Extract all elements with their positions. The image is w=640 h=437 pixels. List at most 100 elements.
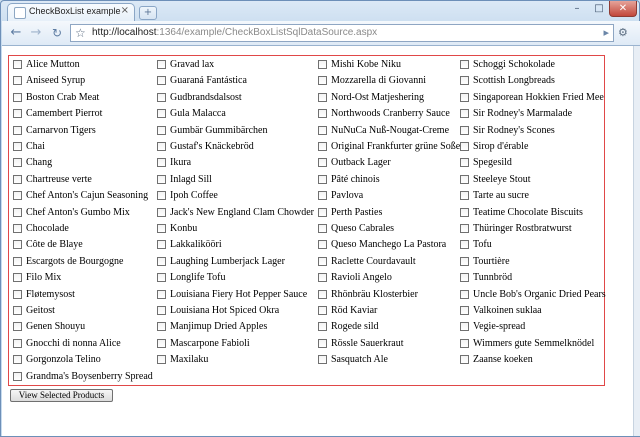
checkbox-label[interactable]: Raclette Courdavault — [331, 255, 416, 269]
checkbox-label[interactable]: Boston Crab Meat — [26, 91, 99, 105]
checkbox[interactable] — [460, 191, 469, 201]
checkbox[interactable] — [13, 174, 22, 184]
checkbox[interactable] — [460, 207, 469, 217]
checkbox-label[interactable]: Rhönbräu Klosterbier — [331, 288, 418, 302]
checkbox-label[interactable]: Chang — [26, 156, 52, 170]
checkbox[interactable] — [318, 338, 327, 348]
checkbox-label[interactable]: Lakkalikööri — [170, 238, 222, 252]
checkbox[interactable] — [13, 60, 22, 69]
checkbox[interactable] — [13, 306, 22, 315]
checkbox-label[interactable]: Tourtière — [473, 255, 510, 269]
checkbox-label[interactable]: Gula Malacca — [170, 107, 226, 121]
checkbox-label[interactable]: Mozzarella di Giovanni — [331, 74, 426, 88]
maximize-button[interactable]: □ — [589, 1, 609, 17]
checkbox-label[interactable]: NuNuCa Nuß-Nougat-Creme — [331, 124, 449, 138]
checkbox[interactable] — [460, 92, 469, 102]
checkbox-label[interactable]: Filo Mix — [26, 271, 61, 285]
checkbox-label[interactable]: Tarte au sucre — [473, 189, 529, 203]
checkbox[interactable] — [318, 142, 327, 151]
checkbox[interactable] — [157, 240, 166, 250]
checkbox-label[interactable]: Gorgonzola Telino — [26, 353, 101, 367]
view-selected-products-button[interactable]: View Selected Products — [10, 389, 113, 402]
checkbox[interactable] — [13, 207, 22, 217]
checkbox-label[interactable]: Queso Cabrales — [331, 222, 394, 236]
checkbox-label[interactable]: Original Frankfurter grüne Soße — [331, 140, 460, 154]
checkbox[interactable] — [157, 76, 166, 86]
close-window-button[interactable]: ✕ — [609, 1, 637, 17]
checkbox[interactable] — [157, 289, 166, 299]
close-tab-icon[interactable]: × — [121, 5, 129, 16]
address-bar[interactable]: ☆ http://localhost:1364/example/CheckBox… — [70, 24, 614, 42]
checkbox[interactable] — [13, 142, 22, 151]
checkbox-label[interactable]: Genen Shouyu — [26, 320, 85, 334]
checkbox-label[interactable]: Konbu — [170, 222, 197, 236]
checkbox-label[interactable]: Spegesild — [473, 156, 512, 170]
checkbox[interactable] — [157, 174, 166, 184]
checkbox[interactable] — [460, 240, 469, 250]
checkbox-label[interactable]: Maxilaku — [170, 353, 208, 367]
checkbox[interactable] — [318, 109, 327, 119]
checkbox[interactable] — [318, 273, 327, 283]
checkbox[interactable] — [13, 371, 22, 381]
checkbox-label[interactable]: Uncle Bob's Organic Dried Pears — [473, 288, 606, 302]
checkbox[interactable] — [157, 142, 166, 151]
checkbox[interactable] — [157, 322, 166, 332]
checkbox-label[interactable]: Rogede sild — [331, 320, 379, 334]
checkbox[interactable] — [460, 355, 469, 365]
checkbox-label[interactable]: Carnarvon Tigers — [26, 124, 96, 138]
checkbox-label[interactable]: Louisiana Hot Spiced Okra — [170, 304, 279, 318]
checkbox-label[interactable]: Pavlova — [331, 189, 363, 203]
checkbox-label[interactable]: Nord-Ost Matjeshering — [331, 91, 424, 105]
checkbox-label[interactable]: Outback Lager — [331, 156, 391, 170]
checkbox[interactable] — [13, 256, 22, 266]
checkbox[interactable] — [157, 92, 166, 102]
checkbox-label[interactable]: Jack's New England Clam Chowder — [170, 206, 314, 220]
checkbox[interactable] — [157, 338, 166, 348]
checkbox[interactable] — [460, 224, 469, 233]
browser-tab[interactable]: CheckBoxList example: ho... × — [7, 3, 135, 21]
checkbox-label[interactable]: Mishi Kobe Niku — [331, 58, 401, 72]
checkbox[interactable] — [460, 306, 469, 315]
checkbox-label[interactable]: Scottish Longbreads — [473, 74, 555, 88]
checkbox[interactable] — [157, 191, 166, 201]
checkbox[interactable] — [318, 256, 327, 266]
checkbox-label[interactable]: Laughing Lumberjack Lager — [170, 255, 285, 269]
checkbox[interactable] — [460, 289, 469, 299]
checkbox[interactable] — [318, 174, 327, 184]
checkbox-label[interactable]: Valkoinen suklaa — [473, 304, 542, 318]
checkbox[interactable] — [13, 191, 22, 201]
checkbox[interactable] — [460, 158, 469, 168]
checkbox-label[interactable]: Röd Kaviar — [331, 304, 377, 318]
checkbox-label[interactable]: Longlife Tofu — [170, 271, 226, 285]
checkbox[interactable] — [460, 76, 469, 86]
checkbox[interactable] — [157, 273, 166, 283]
checkbox-label[interactable]: Teatime Chocolate Biscuits — [473, 206, 583, 220]
checkbox-label[interactable]: Alice Mutton — [26, 58, 80, 72]
checkbox-label[interactable]: Sasquatch Ale — [331, 353, 388, 367]
checkbox-label[interactable]: Steeleye Stout — [473, 173, 531, 187]
checkbox[interactable] — [318, 191, 327, 201]
checkbox-label[interactable]: Rössle Sauerkraut — [331, 337, 404, 351]
checkbox-label[interactable]: Wimmers gute Semmelknödel — [473, 337, 594, 351]
checkbox[interactable] — [318, 92, 327, 102]
checkbox[interactable] — [460, 273, 469, 283]
checkbox[interactable] — [460, 125, 469, 135]
checkbox-label[interactable]: Camembert Pierrot — [26, 107, 102, 121]
checkbox[interactable] — [318, 76, 327, 86]
checkbox-label[interactable]: Gnocchi di nonna Alice — [26, 337, 121, 351]
checkbox-label[interactable]: Ikura — [170, 156, 191, 170]
go-arrow-icon[interactable]: ▸ — [603, 25, 609, 41]
checkbox-label[interactable]: Fløtemysost — [26, 288, 75, 302]
checkbox-label[interactable]: Grandma's Boysenberry Spread — [26, 370, 153, 384]
checkbox-label[interactable]: Vegie-spread — [473, 320, 525, 334]
checkbox-label[interactable]: Sir Rodney's Marmalade — [473, 107, 572, 121]
checkbox[interactable] — [318, 224, 327, 233]
checkbox[interactable] — [13, 355, 22, 365]
checkbox[interactable] — [13, 322, 22, 332]
checkbox-label[interactable]: Chai — [26, 140, 45, 154]
checkbox[interactable] — [460, 142, 469, 151]
checkbox-label[interactable]: Gudbrandsdalsost — [170, 91, 242, 105]
checkbox[interactable] — [157, 207, 166, 217]
checkbox[interactable] — [13, 125, 22, 135]
checkbox-label[interactable]: Pâté chinois — [331, 173, 380, 187]
